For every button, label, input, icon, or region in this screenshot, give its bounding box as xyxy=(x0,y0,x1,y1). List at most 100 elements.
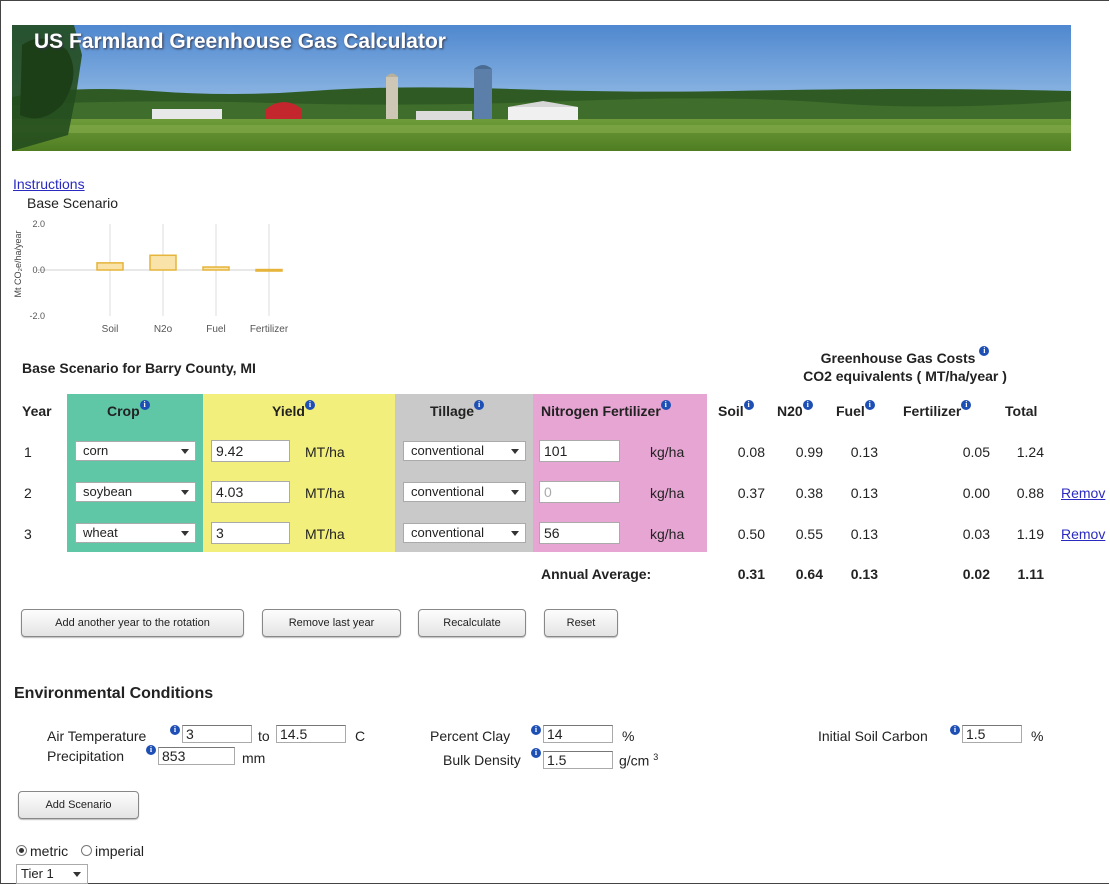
bar-n2o xyxy=(149,254,177,271)
ghg-costs-title-text: Greenhouse Gas Costs xyxy=(820,350,976,366)
info-icon[interactable]: i xyxy=(304,400,315,410)
air-temp-min-input[interactable]: 3 xyxy=(182,725,252,743)
chart-bars xyxy=(96,254,283,272)
avg-total: 1.11 xyxy=(1017,566,1044,582)
air-temp-label: Air Temperature xyxy=(47,728,147,744)
instructions-link[interactable]: Instructions xyxy=(13,176,85,192)
chart-yticks: 2.0 0.0 -2.0 xyxy=(29,219,45,321)
info-icon[interactable]: i xyxy=(802,400,813,410)
tillage-select[interactable]: conventional xyxy=(403,441,526,461)
soil-carbon-label: Initial Soil Carbon xyxy=(818,728,928,744)
info-icon[interactable]: i xyxy=(864,400,875,410)
yield-unit: MT/ha xyxy=(305,526,345,542)
x-tick-label: Fuel xyxy=(206,324,225,335)
fertilizer-value: 0.03 xyxy=(962,526,990,542)
chevron-down-icon xyxy=(511,490,519,495)
clay-unit: % xyxy=(622,728,635,744)
app-title: US Farmland Greenhouse Gas Calculator xyxy=(34,30,446,53)
nitrogen-input[interactable]: 56 xyxy=(539,522,620,544)
info-icon[interactable]: i xyxy=(531,725,541,735)
tillage-select[interactable]: conventional xyxy=(403,482,526,502)
add-scenario-button[interactable]: Add Scenario xyxy=(18,791,139,819)
info-icon[interactable]: i xyxy=(474,400,485,410)
header-tillage: Tillage i xyxy=(430,400,485,419)
air-temp-max-input[interactable]: 14.5 xyxy=(276,725,346,743)
bar-fuel xyxy=(202,266,230,271)
tier-select[interactable]: Tier 1 xyxy=(16,864,88,884)
info-icon[interactable]: i xyxy=(979,346,990,356)
ghg-costs-title: Greenhouse Gas Costs i CO2 equivalents (… xyxy=(770,346,1040,385)
ghg-costs-subtitle: CO2 equivalents ( MT/ha/year ) xyxy=(803,368,1007,384)
row-year: 1 xyxy=(24,444,32,460)
nitrogen-unit: kg/ha xyxy=(650,485,685,501)
info-icon[interactable]: i xyxy=(961,400,972,410)
nitrogen-input[interactable]: 101 xyxy=(539,440,620,462)
header-tillage-label: Tillage xyxy=(430,403,475,419)
n20-value: 0.38 xyxy=(795,485,823,501)
yield-input[interactable]: 4.03 xyxy=(211,481,290,503)
header-soil: Soil i xyxy=(718,400,754,419)
info-icon[interactable]: i xyxy=(743,400,754,410)
tier-select-value: Tier 1 xyxy=(21,866,54,881)
soil-value: 0.37 xyxy=(737,485,765,501)
env-conditions-title: Environmental Conditions xyxy=(14,685,214,702)
header-soil-label: Soil xyxy=(718,403,744,419)
n20-value: 0.55 xyxy=(795,526,823,542)
precip-unit: mm xyxy=(242,750,266,766)
fuel-value: 0.13 xyxy=(850,444,878,460)
header-yield: Yield i xyxy=(272,400,315,419)
bulk-density-input[interactable]: 1.5 xyxy=(543,751,613,769)
info-icon[interactable]: i xyxy=(170,725,180,735)
header-yield-label: Yield xyxy=(272,403,305,419)
info-icon[interactable]: i xyxy=(139,400,150,410)
nitrogen-input[interactable]: 0 xyxy=(539,481,620,503)
remove-last-year-button[interactable]: Remove last year xyxy=(262,609,401,637)
crop-select[interactable]: wheat xyxy=(75,523,196,543)
imperial-radio[interactable] xyxy=(81,845,92,856)
header-total: Total xyxy=(1005,403,1038,419)
header-fuel: Fuel i xyxy=(836,400,875,419)
yield-input[interactable]: 9.42 xyxy=(211,440,290,462)
fertilizer-value: 0.00 xyxy=(962,485,990,501)
chevron-down-icon xyxy=(181,490,189,495)
clay-input[interactable]: 14 xyxy=(543,725,613,743)
header-crop: Crop i xyxy=(107,400,150,419)
crop-select[interactable]: soybean xyxy=(75,482,196,502)
header-nitrogen-label: Nitrogen Fertilizer xyxy=(541,403,661,419)
crop-select-value: soybean xyxy=(83,484,133,499)
y-tick-label: -2.0 xyxy=(29,311,45,321)
reset-button[interactable]: Reset xyxy=(544,609,618,637)
soil-value: 0.50 xyxy=(737,526,765,542)
bulk-density-unit: g/cm 3 xyxy=(619,752,658,769)
imperial-label[interactable]: imperial xyxy=(95,843,144,859)
recalculate-button[interactable]: Recalculate xyxy=(418,609,526,637)
bulk-density-unit-exponent: 3 xyxy=(653,752,659,762)
crop-select[interactable]: corn xyxy=(75,441,196,461)
avg-fuel: 0.13 xyxy=(850,566,878,582)
header-banner: US Farmland Greenhouse Gas Calculator xyxy=(12,25,1071,151)
tillage-select[interactable]: conventional xyxy=(403,523,526,543)
remove-row-link[interactable]: Remov xyxy=(1061,526,1105,542)
y-tick-label: 0.0 xyxy=(32,265,45,275)
metric-radio[interactable] xyxy=(16,845,27,856)
info-icon[interactable]: i xyxy=(950,725,960,735)
nitrogen-unit: kg/ha xyxy=(650,444,685,460)
header-nitrogen: Nitrogen Fertilizer i xyxy=(541,400,671,419)
soil-carbon-input[interactable]: 1.5 xyxy=(962,725,1022,743)
info-icon[interactable]: i xyxy=(660,400,671,410)
tillage-select-value: conventional xyxy=(411,525,484,540)
add-year-button[interactable]: Add another year to the rotation xyxy=(21,609,244,637)
metric-label[interactable]: metric xyxy=(30,843,68,859)
fuel-value: 0.13 xyxy=(850,485,878,501)
info-icon[interactable]: i xyxy=(146,745,156,755)
header-fertilizer: Fertilizer i xyxy=(903,400,972,419)
annual-average-label: Annual Average: xyxy=(541,566,652,582)
header-year: Year xyxy=(22,403,52,419)
total-value: 0.88 xyxy=(1016,485,1044,501)
info-icon[interactable]: i xyxy=(531,748,541,758)
avg-soil: 0.31 xyxy=(737,566,765,582)
precip-input[interactable]: 853 xyxy=(158,747,235,765)
yield-input[interactable]: 3 xyxy=(211,522,290,544)
remove-row-link[interactable]: Remov xyxy=(1061,485,1105,501)
x-tick-label: N2o xyxy=(154,324,173,335)
